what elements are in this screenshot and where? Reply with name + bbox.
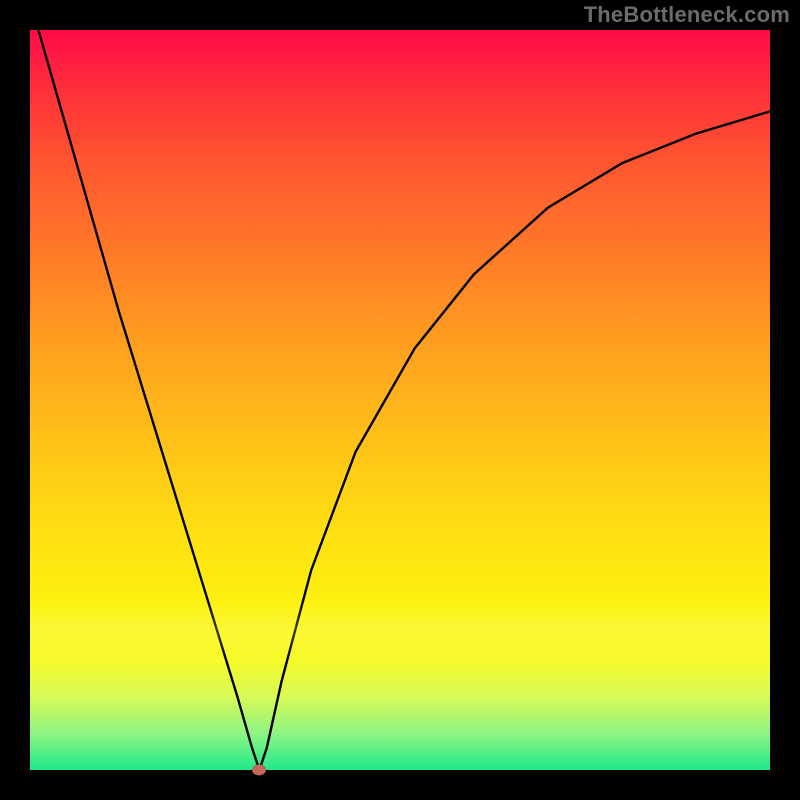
curve-left-branch [30, 0, 259, 770]
curve-layer [30, 30, 770, 770]
optimal-point-marker [252, 765, 266, 776]
plot-area [30, 30, 770, 770]
watermark-text: TheBottleneck.com [584, 2, 790, 28]
chart-container: TheBottleneck.com [0, 0, 800, 800]
curve-right-branch [259, 111, 770, 770]
